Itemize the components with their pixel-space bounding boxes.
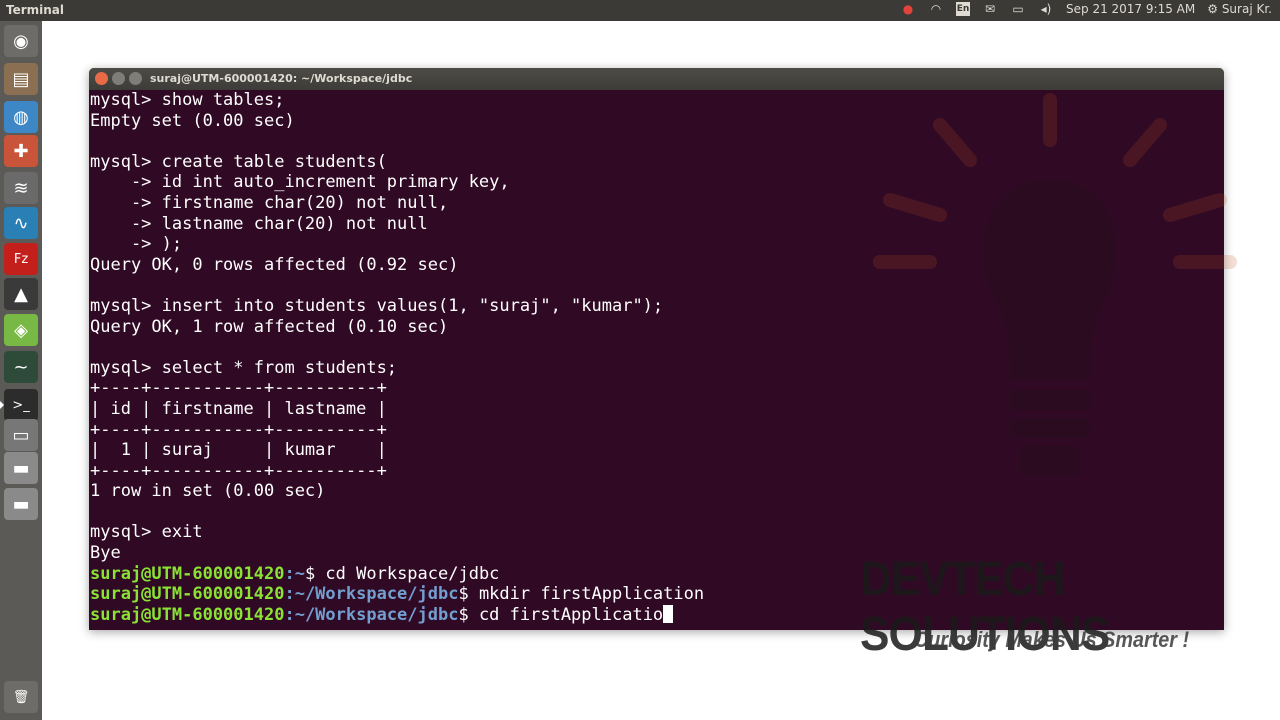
active-app-title: Terminal bbox=[6, 3, 65, 17]
session-menu[interactable]: ⚙ Suraj Kr. bbox=[1207, 2, 1272, 16]
system-tray: ● ◠ En ✉ ▭ ◂) Sep 21 2017 9:15 AM ⚙ Sura… bbox=[900, 2, 1272, 16]
terminal-line: mysql> exit bbox=[90, 522, 203, 543]
prompt-path: :~/Workspace/jdbc bbox=[284, 584, 459, 605]
disk-icon-2[interactable]: ▬ bbox=[4, 488, 38, 520]
prompt-user: suraj@UTM-600001420 bbox=[90, 604, 285, 625]
chromium-icon[interactable]: ◍ bbox=[4, 101, 38, 133]
terminal-icon[interactable]: >_ bbox=[0, 389, 38, 421]
gear-icon: ⚙ bbox=[1207, 2, 1218, 16]
ubuntu-dash-icon[interactable]: ◉ bbox=[4, 25, 38, 57]
launcher: ◉ ▤ ◍ ✚ ≋ ∿ Fz ▲ ◈ ~ >_ ▭ ▬ ▬ 🗑 bbox=[0, 21, 43, 720]
trash-icon[interactable]: 🗑 bbox=[4, 681, 38, 713]
volume-icon[interactable]: ◂) bbox=[1038, 2, 1054, 16]
prompt-command: $ cd firstApplicatio bbox=[458, 604, 664, 625]
user-name: Suraj Kr. bbox=[1221, 2, 1272, 16]
software-tools-icon[interactable]: ✚ bbox=[4, 135, 38, 167]
window-titlebar[interactable]: suraj@UTM-600001420: ~/Workspace/jdbc bbox=[89, 68, 1224, 90]
clock[interactable]: Sep 21 2017 9:15 AM bbox=[1066, 2, 1195, 16]
maximize-button[interactable] bbox=[129, 72, 142, 85]
android-studio-icon[interactable]: ◈ bbox=[4, 314, 38, 346]
prompt-user: suraj@UTM-600001420 bbox=[90, 584, 285, 605]
brand-tagline: Curiosity Makes Us Smarter ! bbox=[914, 627, 1190, 652]
prompt-command: $ cd Workspace/jdbc bbox=[304, 563, 500, 584]
text-cursor bbox=[663, 604, 674, 623]
drive-icon[interactable]: ▭ bbox=[4, 419, 38, 451]
prompt-path: :~ bbox=[284, 563, 305, 584]
keyboard-layout-indicator[interactable]: En bbox=[956, 2, 971, 16]
prompt-user: suraj@UTM-600001420 bbox=[90, 563, 285, 584]
monitor-icon[interactable]: ~ bbox=[4, 351, 38, 383]
close-button[interactable] bbox=[95, 72, 108, 85]
prompt-command: $ mkdir firstApplication bbox=[458, 584, 705, 605]
lightbulb-watermark-icon bbox=[873, 93, 1237, 476]
audio-icon[interactable]: ≋ bbox=[4, 172, 38, 204]
window-title: suraj@UTM-600001420: ~/Workspace/jdbc bbox=[150, 72, 413, 85]
disk-icon-1[interactable]: ▬ bbox=[4, 452, 38, 484]
files-icon[interactable]: ▤ bbox=[4, 63, 38, 95]
wifi-icon[interactable]: ◠ bbox=[928, 2, 944, 16]
mail-icon[interactable]: ✉ bbox=[982, 2, 998, 16]
system-monitor-icon[interactable]: ∿ bbox=[4, 207, 38, 239]
top-panel: Terminal ● ◠ En ✉ ▭ ◂) Sep 21 2017 9:15 … bbox=[0, 0, 1280, 21]
minimize-button[interactable] bbox=[112, 72, 125, 85]
record-icon[interactable]: ● bbox=[900, 2, 916, 16]
inkscape-icon[interactable]: ▲ bbox=[4, 278, 38, 310]
prompt-path: :~/Workspace/jdbc bbox=[284, 604, 459, 625]
filezilla-icon[interactable]: Fz bbox=[4, 243, 38, 275]
battery-icon[interactable]: ▭ bbox=[1010, 2, 1026, 16]
